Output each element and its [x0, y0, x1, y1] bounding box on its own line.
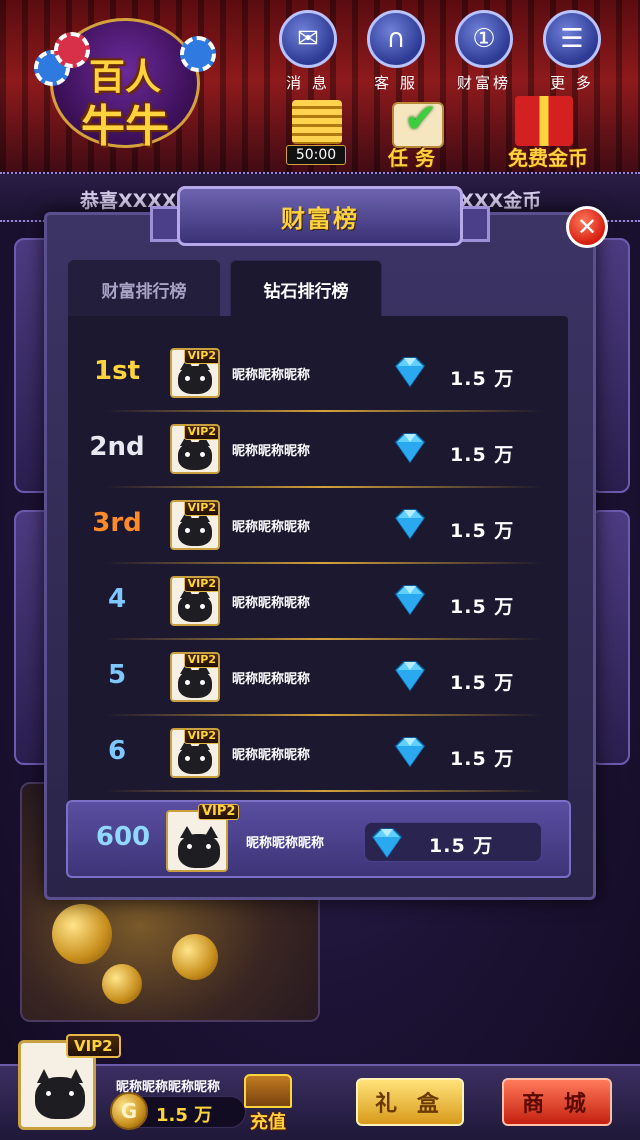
game-card[interactable] — [590, 238, 630, 493]
player-vip-badge: VIP2 — [66, 1034, 121, 1058]
diamond-icon — [395, 737, 425, 768]
coin-icon — [52, 904, 112, 964]
nickname: 昵称昵称昵称 — [232, 444, 311, 459]
rank-number: 5 — [107, 660, 127, 690]
vip-badge: VIP2 — [198, 804, 240, 820]
diamond-amount: 1.5 万 — [450, 368, 515, 390]
rank-number: 2nd — [89, 432, 145, 462]
rank-number: 4 — [107, 584, 127, 614]
game-card[interactable] — [590, 510, 630, 765]
avatar[interactable]: VIP2 — [170, 424, 220, 474]
nickname: 昵称昵称昵称 — [232, 748, 311, 763]
rank-row[interactable]: 2nd VIP2 昵称昵称昵称 1.5 万 — [84, 412, 560, 488]
cat-avatar-icon — [178, 826, 220, 868]
nav-messages-button[interactable]: ✉ 消 息 — [276, 10, 340, 96]
checkmark-icon: ✔ — [404, 96, 438, 142]
message-icon: ✉ — [279, 10, 337, 68]
shop-button[interactable]: 商 城 — [502, 1078, 612, 1126]
vip-badge: VIP2 — [183, 426, 218, 440]
nickname: 昵称昵称昵称 — [232, 596, 311, 611]
my-nickname: 昵称昵称昵称 — [246, 836, 325, 851]
nav-label: 消 息 — [286, 74, 330, 92]
vip-badge: VIP2 — [183, 502, 218, 516]
avatar[interactable]: VIP2 — [170, 576, 220, 626]
vip-badge: VIP2 — [183, 730, 218, 744]
cat-avatar-icon — [178, 662, 212, 698]
diamond-icon — [395, 357, 425, 388]
avatar[interactable]: VIP2 — [170, 728, 220, 778]
nav-label: 更 多 — [550, 74, 594, 92]
diamond-icon — [395, 433, 425, 464]
recharge-label: 充值 — [250, 1112, 286, 1133]
rank-row[interactable]: 4 VIP2 昵称昵称昵称 1.5 万 — [84, 564, 560, 640]
avatar[interactable]: VIP2 — [170, 500, 220, 550]
tab-label: 钻石排行榜 — [263, 282, 349, 302]
my-amount-box: 1.5 万 — [364, 822, 542, 862]
cat-avatar-icon — [35, 1069, 85, 1119]
nav-wealth-rank-button[interactable]: ① 财富榜 — [452, 10, 516, 96]
coin-icon — [102, 964, 142, 1004]
rank-row[interactable]: 5 VIP2 昵称昵称昵称 1.5 万 — [84, 640, 560, 716]
nickname: 昵称昵称昵称 — [232, 368, 311, 383]
diamond-icon — [395, 661, 425, 692]
logo-title-bottom: 牛牛 — [81, 101, 169, 152]
rank-row[interactable]: 3rd VIP2 昵称昵称昵称 1.5 万 — [84, 488, 560, 564]
cat-avatar-icon — [178, 358, 212, 394]
task-label[interactable]: 任 务 — [388, 142, 435, 171]
diamond-amount: 1.5 万 — [450, 444, 515, 466]
nickname: 昵称昵称昵称 — [232, 520, 311, 535]
diamond-icon — [395, 585, 425, 616]
dialog-title-banner: 财富榜 — [177, 186, 463, 246]
bonus-timer: 50:00 — [286, 145, 346, 165]
tab-label: 财富排行榜 — [101, 281, 187, 302]
vip-badge: VIP2 — [183, 350, 218, 364]
close-button[interactable]: ✕ — [566, 206, 608, 248]
coin-amount: 1.5 万 — [156, 1105, 213, 1126]
diamond-amount: 1.5 万 — [450, 596, 515, 618]
rank-number: 6 — [107, 736, 127, 766]
game-logo: 百人 牛牛 — [30, 10, 220, 160]
rank-row[interactable]: 6 VIP2 昵称昵称昵称 1.5 万 — [84, 716, 560, 792]
close-icon: ✕ — [576, 213, 598, 241]
vip-badge: VIP2 — [183, 578, 218, 592]
my-rank-number: 600 — [95, 822, 151, 852]
nickname: 昵称昵称昵称 — [232, 672, 311, 687]
recharge-button[interactable]: 充值 — [238, 1074, 298, 1136]
tab-diamond-ranking[interactable]: 钻石排行榜 — [230, 260, 382, 318]
gift-box-button[interactable]: 礼 盒 — [356, 1078, 464, 1126]
diamond-icon — [372, 828, 402, 859]
rank-number: 1st — [94, 356, 140, 386]
menu-icon: ☰ — [543, 10, 601, 68]
gold-bars-icon[interactable] — [292, 100, 342, 144]
treasure-chest-icon — [244, 1074, 292, 1108]
diamond-amount: 1.5 万 — [450, 748, 515, 770]
rank-number: 3rd — [92, 508, 142, 538]
vip-badge: VIP2 — [183, 654, 218, 668]
my-amount: 1.5 万 — [429, 835, 494, 857]
headset-icon: ∩ — [367, 10, 425, 68]
dialog-title: 财富榜 — [281, 204, 359, 233]
coin-icon — [172, 934, 218, 980]
row-divider — [104, 790, 544, 792]
gift-box-icon[interactable] — [515, 96, 573, 146]
avatar[interactable]: VIP2 — [170, 348, 220, 398]
avatar[interactable]: VIP2 — [170, 652, 220, 702]
nav-label: 财富榜 — [456, 74, 511, 92]
diamond-amount: 1.5 万 — [450, 672, 515, 694]
gold-coin-icon: G — [110, 1092, 148, 1130]
free-gold-label[interactable]: 免费金币 — [508, 142, 588, 171]
my-rank-row: 600 VIP2 昵称昵称昵称 1.5 万 — [66, 800, 571, 878]
cat-avatar-icon — [178, 510, 212, 546]
tab-wealth-ranking[interactable]: 财富排行榜 — [68, 260, 220, 318]
cat-avatar-icon — [178, 434, 212, 470]
nav-more-button[interactable]: ☰ 更 多 — [540, 10, 604, 96]
rank-row[interactable]: 1st VIP2 昵称昵称昵称 1.5 万 — [84, 336, 560, 412]
medal-icon: ① — [455, 10, 513, 68]
nav-support-button[interactable]: ∩ 客 服 — [364, 10, 428, 96]
diamond-amount: 1.5 万 — [450, 520, 515, 542]
diamond-icon — [395, 509, 425, 540]
nav-label: 客 服 — [374, 74, 418, 92]
cat-avatar-icon — [178, 586, 212, 622]
cat-avatar-icon — [178, 738, 212, 774]
